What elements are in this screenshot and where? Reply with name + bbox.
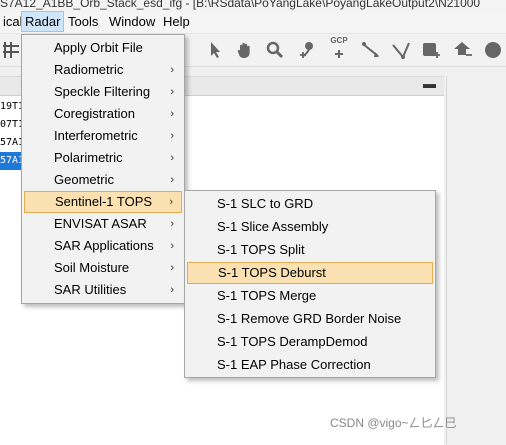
menu-item-apply-orbit-file[interactable]: Apply Orbit File [24,37,182,59]
menu-item-speckle-filtering[interactable]: Speckle Filtering › [24,81,182,103]
menu-item-s1-eap-phase-correction[interactable]: S-1 EAP Phase Correction [187,354,433,376]
menu-bar: ical Radar Tools Window Help [0,11,506,34]
menu-item-coregistration[interactable]: Coregistration › [24,103,182,125]
menu-item-soil-moisture[interactable]: Soil Moisture › [24,257,182,279]
zoom-icon[interactable] [264,39,286,61]
menu-item-interferometric[interactable]: Interferometric › [24,125,182,147]
menu-item-envisat-asar[interactable]: ENVISAT ASAR › [24,213,182,235]
chevron-right-icon: › [170,64,174,76]
menu-item-s1-slc-to-grd[interactable]: S-1 SLC to GRD [187,193,433,215]
menu-help[interactable]: Help [160,11,193,32]
menu-item-sar-applications[interactable]: SAR Applications › [24,235,182,257]
chevron-right-icon: › [169,196,173,208]
menu-item-s1-tops-deburst[interactable]: S-1 TOPS Deburst [187,262,433,284]
radar-menu: Apply Orbit File Radiometric › Speckle Fi… [21,34,185,304]
chevron-right-icon: › [170,130,174,142]
right-pane [446,76,506,444]
chevron-right-icon: › [170,240,174,252]
menu-item-s1-slice-assembly[interactable]: S-1 Slice Assembly [187,216,433,238]
menu-item-s1-tops-derampdemod[interactable]: S-1 TOPS DerampDemod [187,331,433,353]
world-map-icon[interactable] [482,39,504,61]
chevron-right-icon: › [170,262,174,274]
menu-item-radiometric[interactable]: Radiometric › [24,59,182,81]
select-arrow-icon[interactable] [204,39,226,61]
menu-radar[interactable]: Radar [21,11,65,32]
watermark: CSDN @vigo~ㄥ匕ㄥ巳 [330,416,457,430]
menu-item-geometric[interactable]: Geometric › [24,169,182,191]
window-title: S7A12_A1BB_Orb_Stack_esd_ifg - [B:\RSdat… [0,0,506,11]
chevron-right-icon: › [170,108,174,120]
measure-angle-icon[interactable] [390,39,412,61]
pin-add-icon[interactable] [296,39,318,61]
menu-item-sar-utilities[interactable]: SAR Utilities › [24,279,182,301]
chevron-right-icon: › [170,174,174,186]
menu-item-s1-remove-grd-border-noise[interactable]: S-1 Remove GRD Border Noise [187,308,433,330]
gcp-add-icon[interactable]: GCP [328,36,350,61]
chevron-right-icon: › [170,152,174,164]
menu-item-s1-tops-split[interactable]: S-1 TOPS Split [187,239,433,261]
pan-hand-icon[interactable] [234,39,256,61]
chevron-right-icon: › [170,86,174,98]
menu-tools[interactable]: Tools [65,11,101,32]
chevron-right-icon: › [170,284,174,296]
minimize-icon[interactable]: ▬ [423,77,436,91]
chevron-right-icon: › [170,218,174,230]
menu-item-s1-tops-merge[interactable]: S-1 TOPS Merge [187,285,433,307]
sentinel-1-tops-submenu: S-1 SLC to GRD S-1 Slice Assembly S-1 TO… [184,190,436,378]
menu-window[interactable]: Window [106,11,158,32]
range-finder-icon[interactable] [360,39,382,61]
grid-icon[interactable] [0,39,22,61]
add-shape-icon[interactable] [420,39,442,61]
gcp-label: GCP [330,36,348,45]
menu-item-sentinel-1-tops[interactable]: Sentinel-1 TOPS › [24,191,182,213]
pin-manager-icon[interactable] [451,39,473,61]
menu-item-polarimetric[interactable]: Polarimetric › [24,147,182,169]
